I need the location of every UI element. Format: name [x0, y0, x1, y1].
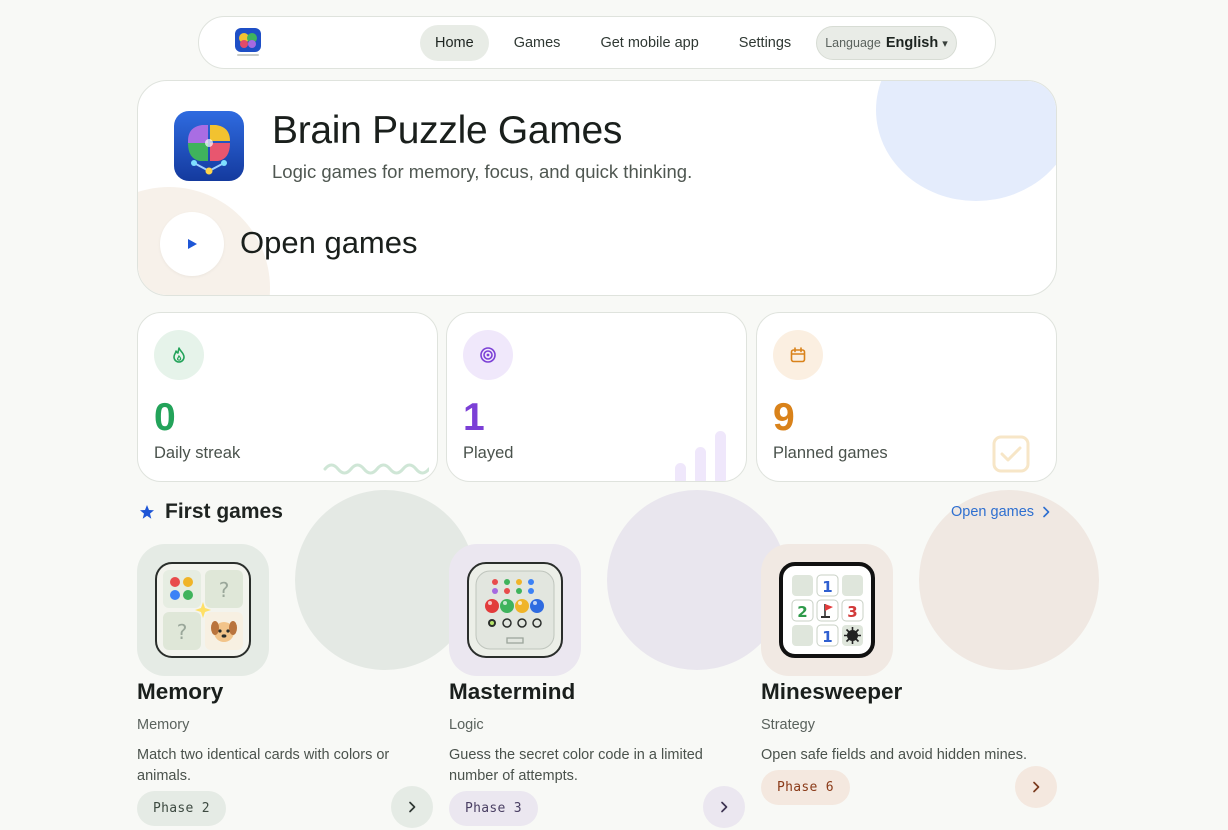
stat-card-planned-games: 9 Planned games [756, 312, 1057, 482]
language-selector[interactable]: Language English ▾ [816, 26, 957, 60]
phase-badge: Phase 2 [137, 791, 226, 826]
open-games-section-link[interactable]: Open games [951, 504, 1050, 520]
svg-text:3: 3 [847, 603, 857, 621]
svg-text:?: ? [177, 620, 188, 644]
svg-text:2: 2 [797, 603, 807, 621]
open-game-button[interactable] [1015, 766, 1057, 808]
open-games-link[interactable]: Open games [240, 225, 418, 261]
game-name[interactable]: Mastermind [449, 679, 575, 705]
target-icon [463, 330, 513, 380]
calendar-icon [773, 330, 823, 380]
svg-text:?: ? [219, 578, 230, 602]
minesweeper-grid-icon: 1 2 3 1 [779, 562, 875, 658]
open-games-link-label: Open games [951, 504, 1035, 520]
decorative-blob [876, 81, 1056, 201]
stat-card-played: 1 Played [446, 312, 747, 482]
checkbox-decoration [992, 435, 1030, 473]
chevron-down-icon: ▾ [942, 37, 948, 50]
language-value: English [885, 35, 939, 51]
bars-decoration [675, 431, 726, 481]
svg-text:1: 1 [822, 578, 832, 596]
hero-title: Brain Puzzle Games [272, 109, 623, 152]
game-description: Open safe fields and avoid hidden mines. [761, 747, 1028, 763]
mastermind-board-icon [467, 562, 563, 658]
game-tile-minesweeper[interactable]: 1 2 3 1 [761, 544, 893, 676]
open-game-button[interactable] [703, 786, 745, 828]
phase-badge: Phase 3 [449, 791, 538, 826]
play-icon [188, 239, 197, 249]
memory-cards-icon: ? ? [155, 562, 251, 658]
game-card-mastermind: Mastermind Logic Guess the secret color … [449, 544, 745, 830]
phase-badge: Phase 6 [761, 770, 850, 805]
played-label: Played [463, 444, 514, 462]
game-card-memory: ? ? Memory Memory Match two identical ca… [137, 544, 433, 830]
daily-streak-label: Daily streak [154, 444, 241, 462]
game-name[interactable]: Memory [137, 679, 223, 705]
language-label: Language [825, 36, 881, 50]
chevron-right-icon [1043, 506, 1050, 518]
phase-number: 2 [201, 801, 210, 816]
flame-icon [154, 330, 204, 380]
wave-decoration [323, 463, 429, 475]
nav-settings[interactable]: Settings [724, 25, 806, 61]
phase-label: Phase [153, 801, 194, 816]
open-game-button[interactable] [391, 786, 433, 828]
game-tile-memory[interactable]: ? ? [137, 544, 269, 676]
hero-card: Brain Puzzle Games Logic games for memor… [137, 80, 1057, 296]
section-header: First games [139, 500, 283, 524]
planned-games-label: Planned games [773, 444, 888, 462]
nav-games[interactable]: Games [499, 25, 576, 61]
nav-get-mobile-app[interactable]: Get mobile app [585, 25, 713, 61]
phase-number: 3 [513, 801, 522, 816]
phase-label: Phase [777, 780, 818, 795]
game-description: Match two identical cards with colors or… [137, 747, 390, 784]
play-button[interactable] [160, 212, 224, 276]
brain-puzzle-app-icon [174, 111, 244, 181]
chevron-right-icon [409, 801, 416, 813]
chevron-right-icon [1033, 781, 1040, 793]
game-card-minesweeper: 1 2 3 1 Minesweeper Strategy Open safe f… [761, 544, 1057, 830]
phase-number: 6 [825, 780, 834, 795]
nav-home[interactable]: Home [420, 25, 489, 61]
star-icon [140, 505, 154, 519]
game-name[interactable]: Minesweeper [761, 679, 902, 705]
game-tile-mastermind[interactable] [449, 544, 581, 676]
daily-streak-value: 0 [154, 396, 176, 439]
section-title: First games [165, 500, 283, 523]
game-category: Logic [449, 717, 484, 733]
played-value: 1 [463, 396, 485, 439]
top-navigation: Home Games Get mobile app Settings Langu… [198, 16, 996, 69]
brain-puzzle-logo-icon[interactable] [235, 28, 261, 57]
nav-menu: Home Games Get mobile app Settings Langu… [420, 25, 957, 61]
stat-card-daily-streak: 0 Daily streak [137, 312, 438, 482]
chevron-right-icon [721, 801, 728, 813]
game-category: Strategy [761, 717, 815, 733]
game-description: Guess the secret color code in a limited… [449, 747, 703, 784]
phase-label: Phase [465, 801, 506, 816]
game-category: Memory [137, 717, 190, 733]
svg-text:1: 1 [822, 628, 832, 646]
hero-subtitle: Logic games for memory, focus, and quick… [272, 161, 693, 182]
planned-games-value: 9 [773, 396, 795, 439]
